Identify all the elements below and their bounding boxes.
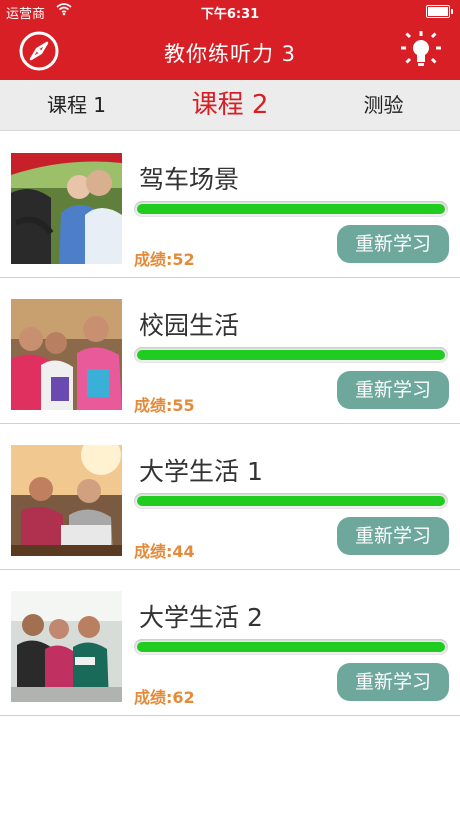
relearn-button[interactable]: 重新学习: [337, 663, 449, 701]
lesson-list: 驾车场景 成绩:52 重新学习 校园生活 成绩:55 重新学习 大学生活 1 成…: [0, 132, 460, 716]
nav-bar: 教你练听力 3: [0, 22, 460, 80]
lesson-progress-bar: [134, 639, 448, 655]
progress-fill: [137, 350, 445, 360]
lesson-thumbnail: [11, 153, 122, 264]
status-bar: 运营商 下午6:31: [0, 0, 460, 22]
lightbulb-icon[interactable]: [398, 28, 444, 74]
lesson-row-campus[interactable]: 校园生活 成绩:55 重新学习: [0, 278, 460, 424]
progress-fill: [137, 642, 445, 652]
page-title: 教你练听力 3: [163, 42, 297, 66]
lesson-title: 驾车场景: [139, 165, 240, 194]
lesson-title: 大学生活 2: [139, 603, 263, 632]
lesson-thumbnail: [11, 591, 122, 702]
lesson-score: 成绩:55: [134, 396, 195, 415]
lesson-row-driving[interactable]: 驾车场景 成绩:52 重新学习: [0, 132, 460, 278]
tab-course-1[interactable]: 课程 1: [0, 80, 153, 130]
lesson-title: 大学生活 1: [139, 457, 263, 486]
battery-icon: [426, 5, 453, 18]
lesson-row-college-1[interactable]: 大学生活 1 成绩:44 重新学习: [0, 424, 460, 570]
lesson-progress-bar: [134, 493, 448, 509]
lesson-thumbnail: [11, 445, 122, 556]
progress-fill: [137, 204, 445, 214]
lesson-progress-bar: [134, 347, 448, 363]
lesson-thumbnail: [11, 299, 122, 410]
status-time: 下午6:31: [200, 7, 260, 22]
lesson-score: 成绩:52: [134, 250, 195, 269]
relearn-button[interactable]: 重新学习: [337, 371, 449, 409]
lesson-progress-bar: [134, 201, 448, 217]
course-tabs: 课程 1 课程 2 测验: [0, 80, 460, 131]
lesson-title: 校园生活: [139, 311, 240, 340]
tab-course-2[interactable]: 课程 2: [153, 80, 307, 130]
progress-fill: [137, 496, 445, 506]
tab-quiz[interactable]: 测验: [307, 80, 460, 130]
lesson-row-college-2[interactable]: 大学生活 2 成绩:62 重新学习: [0, 570, 460, 716]
relearn-button[interactable]: 重新学习: [337, 225, 449, 263]
lesson-score: 成绩:44: [134, 542, 195, 561]
relearn-button[interactable]: 重新学习: [337, 517, 449, 555]
lesson-score: 成绩:62: [134, 688, 195, 707]
